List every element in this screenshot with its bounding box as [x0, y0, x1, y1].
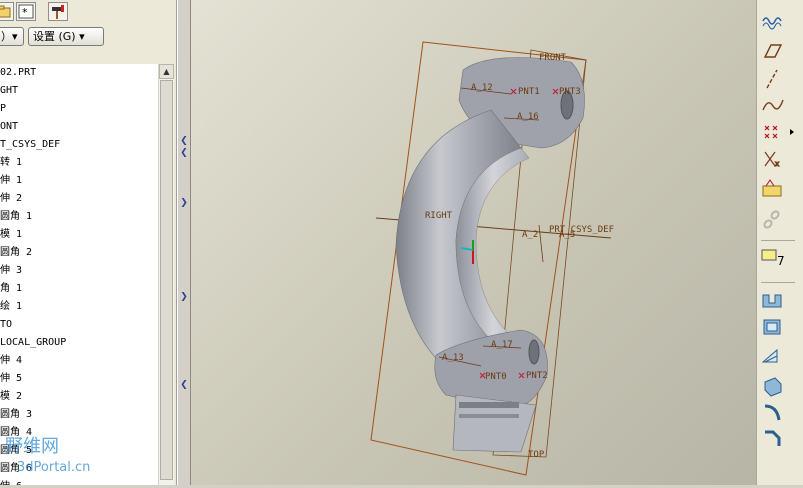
chamfer-icon[interactable] [765, 430, 781, 446]
tree-item[interactable]: ONT [0, 118, 158, 136]
chain-icon[interactable] [763, 210, 780, 229]
tree-menu-row: ）▾ 设置 (G) ▾ [0, 26, 176, 48]
label-top: TOP [528, 450, 545, 460]
curve-sketch-icon[interactable] [762, 17, 782, 30]
model-tree: 02.PRT GHT P ONT T_CSYS_DEF 转 1伸 1伸 2 圆角 1模 1圆… [0, 64, 158, 485]
tree-item[interactable]: TO [0, 316, 158, 334]
panel-splitter[interactable]: ❮ ❮ ❯ ❯ ❮ [177, 0, 191, 485]
tree-item[interactable]: 模 1 [0, 226, 158, 244]
rib-icon[interactable] [761, 348, 778, 363]
collapse-left-icon-2[interactable]: ❮ [179, 148, 189, 158]
coordinate-system-icon[interactable]: x [764, 151, 780, 169]
extrude-icon[interactable] [762, 294, 782, 308]
label-a13: A_13 [442, 353, 464, 363]
tree-item[interactable]: 绘 1 [0, 298, 158, 316]
tree-item[interactable]: 伸 3 [0, 262, 158, 280]
datum-curve-icon[interactable] [762, 99, 784, 111]
label-pnt1: PNT1 [518, 87, 540, 97]
round-icon[interactable] [764, 404, 781, 421]
show-menu-button[interactable]: ）▾ [0, 27, 24, 46]
feature-toolbar: x 7 [756, 0, 803, 485]
datum-axis-icon[interactable] [766, 69, 778, 89]
tree-toolbar: * [0, 0, 176, 24]
label-right: RIGHT [425, 211, 453, 221]
tree-item[interactable]: 转 1 [0, 154, 158, 172]
label-a5: A_5 [559, 230, 575, 240]
folder-icon[interactable] [0, 2, 14, 21]
part-body[interactable] [395, 57, 585, 453]
label-a12: A_12 [471, 83, 493, 93]
revolve-icon[interactable] [763, 319, 781, 335]
tree-item[interactable]: 圆角 1 [0, 208, 158, 226]
tree-item[interactable]: LOCAL_GROUP [0, 334, 158, 352]
tree-item[interactable]: 伸 1 [0, 172, 158, 190]
label-a17: A_17 [491, 340, 513, 350]
svg-text:x: x [775, 160, 779, 168]
expand-right-icon[interactable]: ❯ [179, 198, 189, 208]
tree-item[interactable]: GHT [0, 82, 158, 100]
tree-item[interactable]: P [0, 100, 158, 118]
watermark-domain: 3dPortal.cn [17, 460, 90, 475]
tree-item[interactable]: 伸 4 [0, 352, 158, 370]
analysis-icon[interactable] [762, 179, 782, 197]
settings-menu-button[interactable]: 设置 (G) ▾ [28, 27, 104, 46]
tree-item[interactable]: 圆角 2 [0, 244, 158, 262]
tree-item[interactable]: 伸 6 [0, 478, 158, 485]
annotation-icon[interactable]: 7 [761, 249, 785, 268]
datum-plane-icon[interactable] [763, 44, 783, 58]
tree-item[interactable]: 模 2 [0, 388, 158, 406]
tree-item[interactable]: 角 1 [0, 280, 158, 298]
graphics-viewport[interactable]: FRONT RIGHT TOP PRT_CSYS_DEF A_2 A_5 A_1… [191, 0, 756, 485]
scroll-up-icon[interactable]: ▲ [159, 64, 174, 79]
watermark-logo: 野维网 3dPortal.cn [5, 436, 90, 475]
collapse-left-icon-3[interactable]: ❮ [179, 380, 189, 390]
svg-text:*: * [22, 6, 28, 19]
hammer-icon[interactable] [48, 2, 68, 21]
label-pnt2: PNT2 [526, 371, 548, 381]
label-pnt3: PNT3 [559, 87, 581, 97]
label-a16: A_16 [517, 112, 539, 122]
tree-item[interactable]: 02.PRT [0, 64, 158, 82]
tree-item[interactable]: 伸 5 [0, 370, 158, 388]
label-pnt0: PNT0 [485, 372, 507, 382]
model-tree-panel: * ）▾ 设置 (G) ▾ 02.PRT GHT P ONT T_CSYS_DEF 转 1… [0, 0, 177, 485]
collapse-left-icon[interactable]: ❮ [179, 136, 189, 146]
tree-item[interactable]: T_CSYS_DEF [0, 136, 158, 154]
datum-point-icon[interactable] [764, 125, 778, 139]
shell-icon[interactable] [764, 377, 782, 397]
scroll-thumb[interactable] [160, 80, 173, 480]
star-icon[interactable]: * [16, 2, 36, 21]
expand-right-icon-2[interactable]: ❯ [179, 292, 189, 302]
label-a2: A_2 [522, 230, 538, 240]
watermark-brand: 野维网 [5, 436, 59, 457]
label-front: FRONT [539, 53, 567, 63]
tree-item[interactable]: 伸 2 [0, 190, 158, 208]
tree-item[interactable]: 圆角 3 [0, 406, 158, 424]
svg-text:7: 7 [777, 254, 785, 268]
tree-scrollbar[interactable]: ▲ [158, 64, 174, 485]
